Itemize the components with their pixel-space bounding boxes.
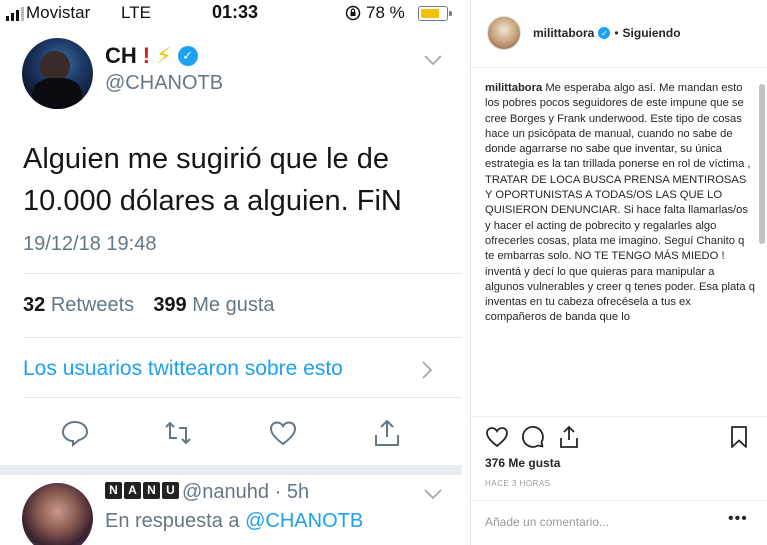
caption-username[interactable]: milittabora xyxy=(485,82,542,94)
signal-icon xyxy=(6,7,24,21)
battery-percent: 78 % xyxy=(366,3,405,22)
likes-count[interactable]: 376 Me gusta xyxy=(485,456,560,470)
bookmark-icon[interactable] xyxy=(727,425,751,449)
reply-handle[interactable]: @nanuhd · 5h xyxy=(182,481,309,504)
retweet-icon[interactable] xyxy=(163,419,193,447)
exclamation-emoji: ! xyxy=(142,43,151,68)
avatar[interactable] xyxy=(487,16,521,50)
section-divider xyxy=(0,465,462,475)
chevron-right-icon[interactable] xyxy=(422,361,432,379)
chevron-down-icon[interactable] xyxy=(424,54,442,66)
heart-icon[interactable] xyxy=(268,419,298,447)
chevron-down-icon[interactable] xyxy=(424,488,442,500)
network-label: LTE xyxy=(121,3,151,22)
likes-label[interactable]: Me gusta xyxy=(192,294,274,316)
more-options-icon[interactable]: ••• xyxy=(728,510,748,528)
badge-letter: N xyxy=(143,482,160,499)
comment-icon[interactable] xyxy=(521,425,545,449)
reply-avatar[interactable] xyxy=(22,483,93,545)
divider xyxy=(23,337,462,338)
post-author: milittabora ✓ • Siguiendo xyxy=(533,26,681,40)
retweets-label[interactable]: Retweets xyxy=(51,294,134,316)
divider xyxy=(471,416,767,417)
battery-fill xyxy=(420,8,440,18)
comment-input[interactable]: Añade un comentario... xyxy=(485,515,609,529)
likes-count[interactable]: 399 xyxy=(153,294,186,316)
rotation-lock-icon xyxy=(345,5,361,21)
post-header: milittabora ✓ • Siguiendo xyxy=(471,0,767,68)
username[interactable]: milittabora xyxy=(533,26,594,40)
divider xyxy=(23,397,462,398)
post-timestamp: HACE 3 HORAS xyxy=(485,479,551,488)
divider xyxy=(23,273,462,274)
post-caption: milittabora Me esperaba algo así. Me man… xyxy=(485,81,755,411)
mention-link[interactable]: @CHANOTB xyxy=(245,510,363,532)
tweet-author[interactable]: CH ! ⚡ ✓ xyxy=(105,43,198,69)
status-bar: Movistar LTE 01:33 78 % xyxy=(0,0,462,28)
carrier-label: Movistar xyxy=(26,3,91,22)
badge-letter: U xyxy=(162,482,179,499)
twitter-screenshot: Movistar LTE 01:33 78 % CH ! ⚡ ✓ @CHANOT… xyxy=(0,0,462,545)
scrollbar-thumb[interactable] xyxy=(759,84,765,244)
divider xyxy=(471,500,767,501)
instagram-post-panel: milittabora ✓ • Siguiendo milittabora Me… xyxy=(470,0,767,545)
lightning-emoji: ⚡ xyxy=(156,43,172,68)
author-handle[interactable]: @CHANOTB xyxy=(105,72,223,95)
battery-icon xyxy=(418,6,452,21)
tweet-text: Alguien me sugirió que le de 10.000 dóla… xyxy=(23,143,402,217)
tweeted-about-link[interactable]: Los usuarios twittearon sobre esto xyxy=(23,357,343,381)
verified-icon: ✓ xyxy=(177,46,198,66)
avatar[interactable] xyxy=(22,38,93,109)
reply-author-badge[interactable]: N A N U xyxy=(105,482,179,499)
badge-letter: A xyxy=(124,482,141,499)
tweet-stats: 32 Retweets 399 Me gusta xyxy=(23,294,275,317)
clock: 01:33 xyxy=(212,2,259,22)
in-reply-to: En respuesta a @CHANOTB xyxy=(105,510,363,533)
share-icon[interactable] xyxy=(557,425,581,449)
follow-status[interactable]: Siguiendo xyxy=(623,26,681,40)
badge-letter: N xyxy=(105,482,122,499)
in-reply-prefix: En respuesta a xyxy=(105,510,240,532)
caption-text: Me esperaba algo así. Me mandan esto los… xyxy=(485,82,755,324)
share-icon[interactable] xyxy=(372,419,402,447)
author-name: CH xyxy=(105,43,137,68)
caption-scrollbar[interactable] xyxy=(757,70,767,415)
verified-icon: ✓ xyxy=(598,27,611,39)
retweets-count[interactable]: 32 xyxy=(23,294,45,316)
heart-icon[interactable] xyxy=(485,425,509,449)
tweet-date: 19/12/18 19:48 xyxy=(23,233,157,255)
reply-icon[interactable] xyxy=(60,419,90,447)
